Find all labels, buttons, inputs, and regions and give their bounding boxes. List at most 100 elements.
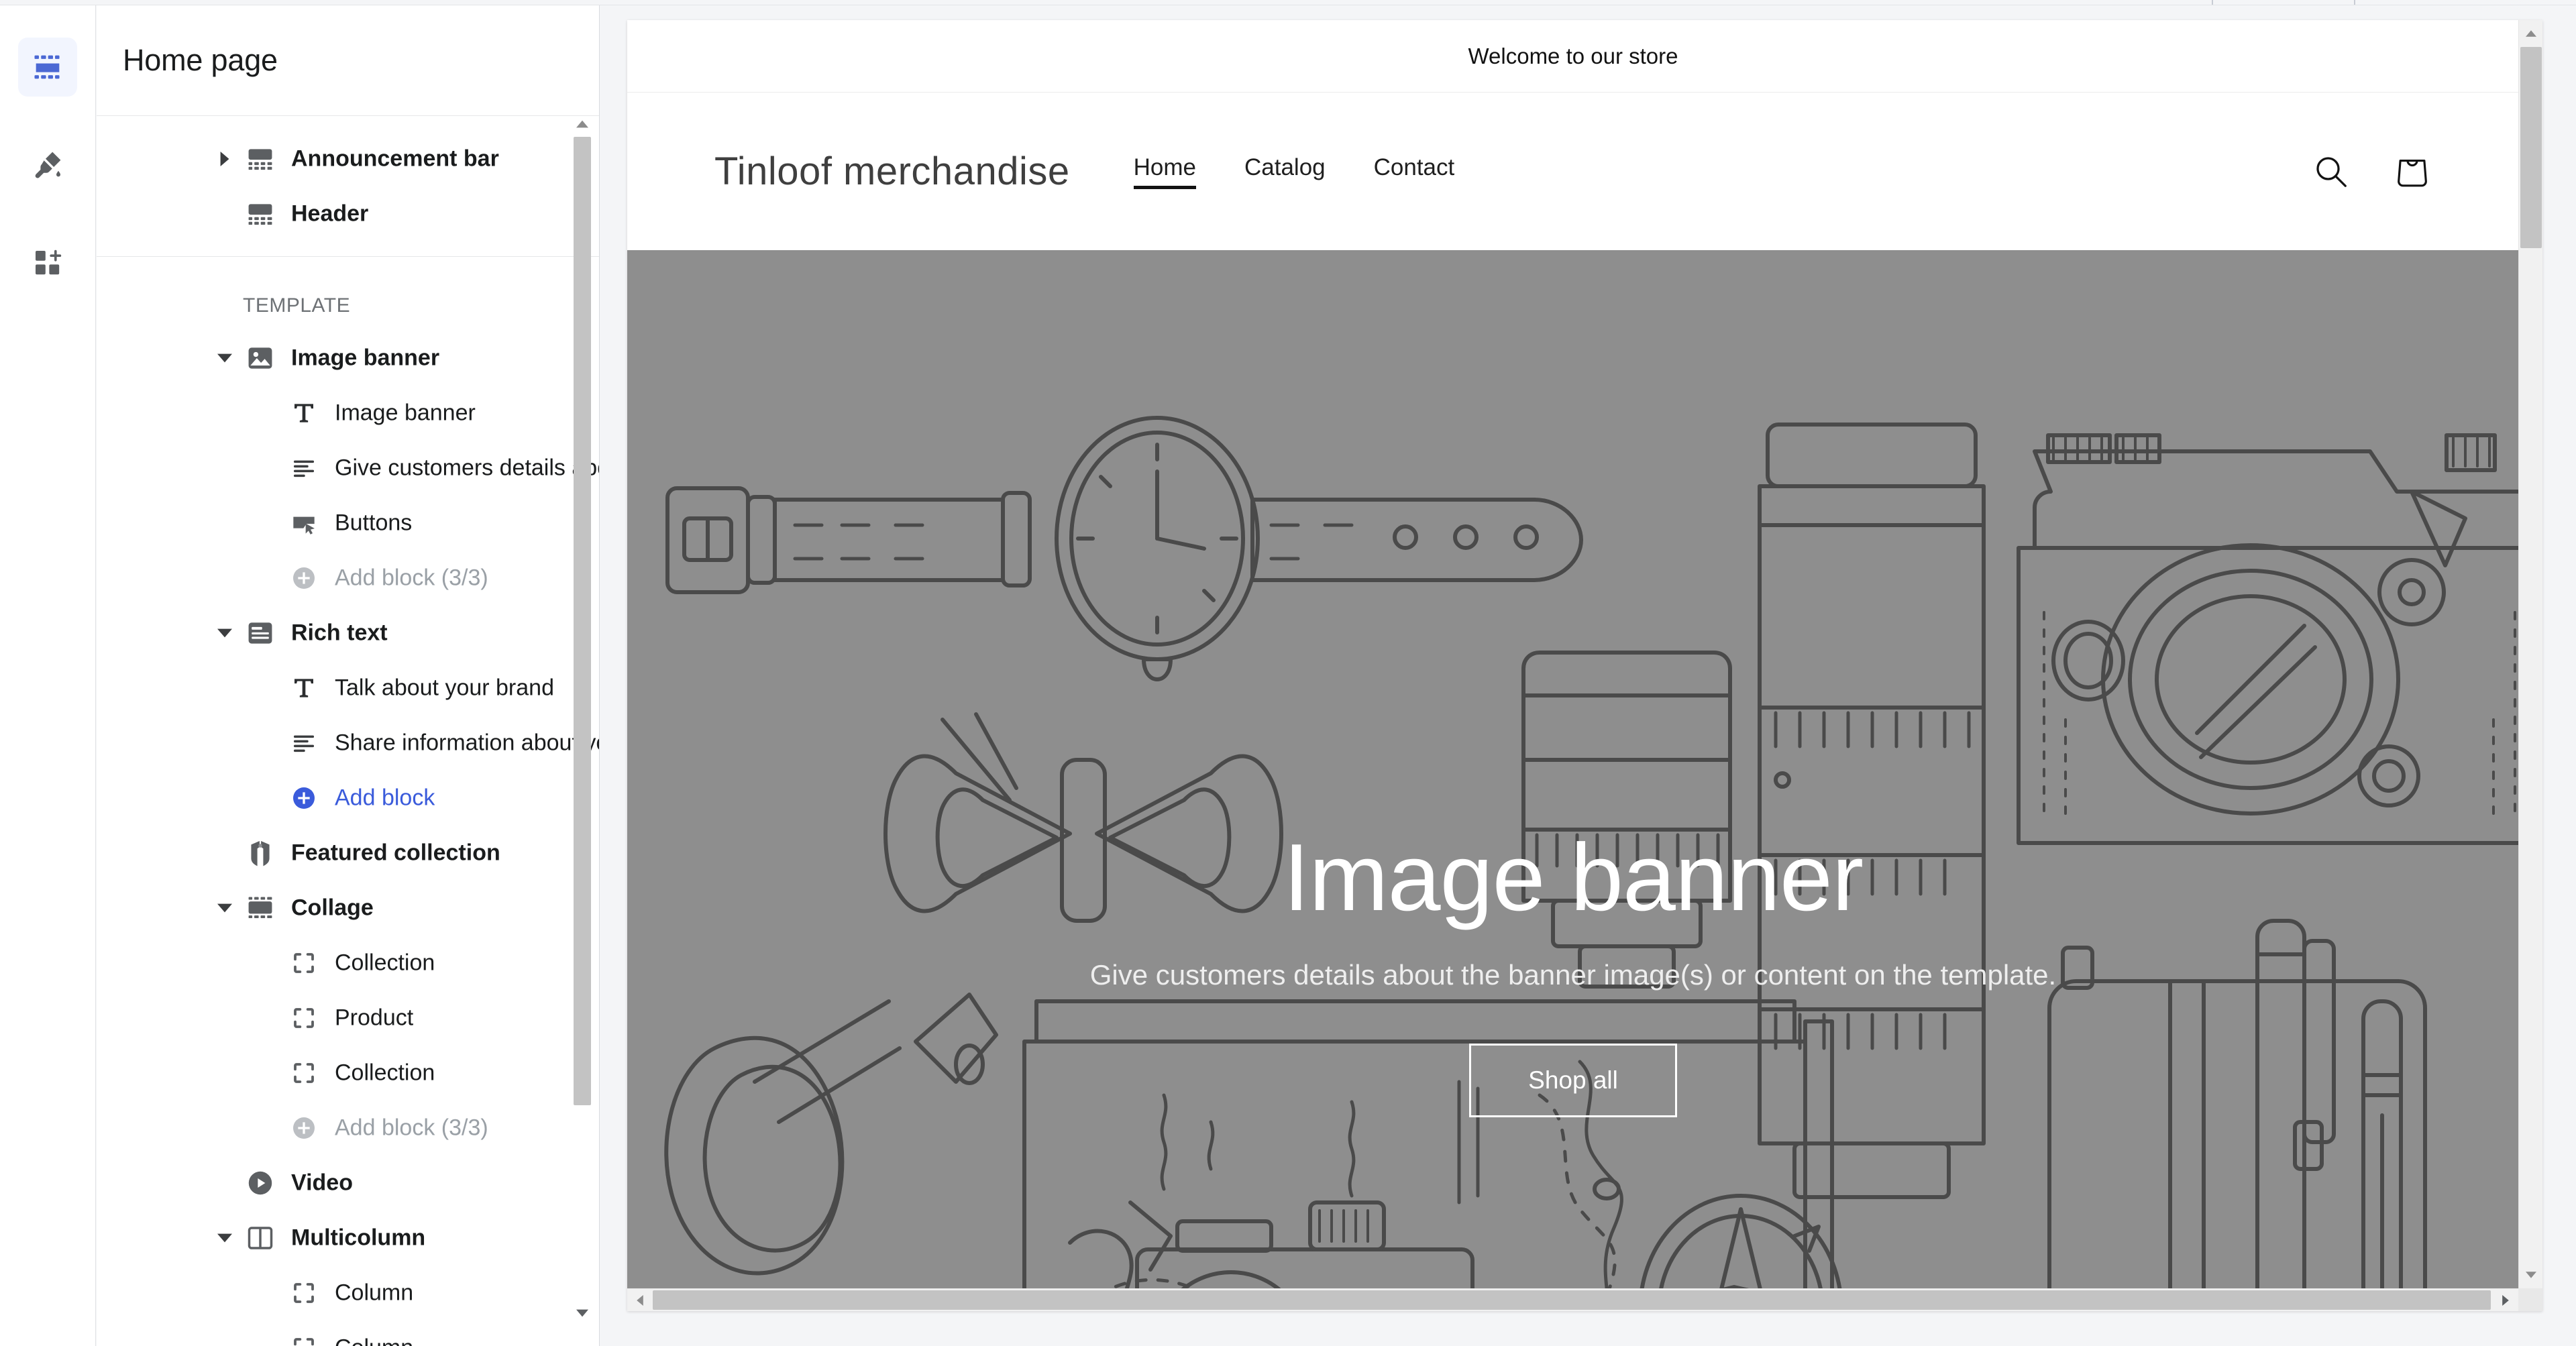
window-top-strip bbox=[0, 0, 2576, 5]
sections-list[interactable]: Announcement bar Header TEMPLATE Image ba… bbox=[97, 117, 599, 1346]
tab-seam bbox=[2354, 0, 2355, 5]
preview-scrollbar-corner bbox=[2518, 1288, 2542, 1311]
section-row-label: Talk about your brand bbox=[335, 675, 554, 701]
preview-scroll-down-arrow[interactable] bbox=[2519, 1263, 2543, 1287]
chevron-down-icon[interactable] bbox=[216, 349, 233, 367]
paint-brush-icon bbox=[32, 149, 64, 181]
section-row-label: Column bbox=[335, 1280, 414, 1306]
section-row-add-block-3-3[interactable]: Add block (3/3) bbox=[97, 551, 599, 606]
section-row-collection[interactable]: Collection bbox=[97, 1046, 599, 1101]
section-row-share-information-about-yo[interactable]: Share information about yo… bbox=[97, 716, 599, 771]
section-row-label: Featured collection bbox=[291, 840, 500, 866]
store-header-actions bbox=[2311, 152, 2432, 192]
tag-icon bbox=[243, 836, 278, 871]
icon-rail bbox=[0, 5, 96, 1346]
sections-icon bbox=[30, 50, 65, 85]
preview-vertical-scrollbar[interactable] bbox=[2518, 20, 2542, 1288]
section-row-label: Image banner bbox=[335, 400, 476, 426]
banner-title: Image banner bbox=[1283, 824, 1864, 931]
cart-icon[interactable] bbox=[2393, 152, 2432, 191]
section-row-label: Rich text bbox=[291, 620, 388, 646]
plus-circle-disabled-icon bbox=[286, 1111, 321, 1145]
store-logo[interactable]: Tinloof merchandise bbox=[714, 149, 1070, 194]
section-row-label: Product bbox=[335, 1005, 414, 1031]
nav-link-home[interactable]: Home bbox=[1133, 154, 1197, 189]
announcement-bar[interactable]: Welcome to our store bbox=[627, 20, 2519, 93]
preview-scroll-up-arrow[interactable] bbox=[2519, 21, 2543, 46]
section-row-add-block-3-3[interactable]: Add block (3/3) bbox=[97, 1101, 599, 1156]
store-nav: Home Catalog Contact bbox=[1133, 154, 1455, 189]
chevron-right-icon[interactable] bbox=[216, 150, 233, 168]
rail-item-app-embeds[interactable] bbox=[18, 233, 77, 292]
store-preview-viewport: Welcome to our store Tinloof merchandise… bbox=[627, 20, 2519, 1288]
section-row-label: Share information about yo… bbox=[335, 730, 599, 756]
nav-link-contact[interactable]: Contact bbox=[1374, 154, 1455, 189]
rail-item-sections[interactable] bbox=[18, 38, 77, 97]
image-banner-section[interactable]: Image banner Give customers details abou… bbox=[627, 250, 2519, 1288]
paragraph-icon bbox=[286, 726, 321, 761]
plus-circle-disabled-icon bbox=[286, 561, 321, 596]
section-row-buttons[interactable]: Buttons bbox=[97, 496, 599, 551]
block-frame-icon bbox=[286, 1276, 321, 1310]
multicolumn-icon bbox=[243, 1221, 278, 1255]
rich-text-icon bbox=[243, 616, 278, 651]
sections-group: Announcement bar Header bbox=[97, 117, 599, 257]
section-row-collection[interactable]: Collection bbox=[97, 936, 599, 991]
nav-link-catalog[interactable]: Catalog bbox=[1244, 154, 1326, 189]
section-row-column[interactable]: Column bbox=[97, 1321, 599, 1346]
sidebar-header: Home page bbox=[97, 5, 599, 116]
section-row-label: Buttons bbox=[335, 510, 413, 536]
sidebar-scroll-down-arrow[interactable] bbox=[574, 1303, 591, 1323]
preview-vertical-scrollbar-thumb[interactable] bbox=[2520, 47, 2542, 248]
section-row-rich-text[interactable]: Rich text bbox=[97, 606, 599, 661]
preview-horizontal-scrollbar-thumb[interactable] bbox=[653, 1290, 2491, 1310]
tab-seam bbox=[2212, 0, 2213, 5]
sidebar-scroll-up-arrow[interactable] bbox=[574, 114, 591, 134]
section-row-product[interactable]: Product bbox=[97, 991, 599, 1046]
section-row-label: Image banner bbox=[291, 345, 440, 371]
store-header: Tinloof merchandise Home Catalog Contact bbox=[627, 93, 2519, 250]
preview-horizontal-scrollbar[interactable] bbox=[627, 1288, 2542, 1311]
section-row-image-banner[interactable]: Image banner bbox=[97, 386, 599, 441]
block-frame-icon bbox=[286, 946, 321, 980]
search-icon[interactable] bbox=[2311, 152, 2351, 192]
announcement-text: Welcome to our store bbox=[1468, 43, 1678, 68]
button-icon bbox=[286, 506, 321, 541]
chevron-down-icon[interactable] bbox=[216, 624, 233, 642]
plus-circle-icon bbox=[286, 781, 321, 816]
section-row-column[interactable]: Column bbox=[97, 1266, 599, 1321]
sidebar-scrollbar-thumb[interactable] bbox=[574, 137, 591, 1105]
section-row-label: Collection bbox=[335, 1060, 435, 1086]
section-row-talk-about-your-brand[interactable]: Talk about your brand bbox=[97, 661, 599, 716]
preview-scroll-right-arrow[interactable] bbox=[2494, 1289, 2517, 1312]
section-row-add-block[interactable]: Add block bbox=[97, 771, 599, 826]
section-row-multicolumn[interactable]: Multicolumn bbox=[97, 1211, 599, 1266]
rail-item-theme-settings[interactable] bbox=[18, 135, 77, 194]
section-row-label: Add block (3/3) bbox=[335, 1115, 488, 1141]
banner-subtitle: Give customers details about the banner … bbox=[1089, 959, 2057, 991]
section-row-featured-collection[interactable]: Featured collection bbox=[97, 826, 599, 881]
store-preview-panel: Welcome to our store Tinloof merchandise… bbox=[627, 20, 2542, 1311]
play-circle-icon bbox=[243, 1166, 278, 1200]
chevron-down-icon[interactable] bbox=[216, 1229, 233, 1247]
section-row-collage[interactable]: Collage bbox=[97, 881, 599, 936]
section-row-give-customers-details-abo[interactable]: Give customers details abo… bbox=[97, 441, 599, 496]
text-heading-icon bbox=[286, 671, 321, 706]
section-row-label: Collection bbox=[335, 950, 435, 976]
section-row-announcement-bar[interactable]: Announcement bar bbox=[97, 131, 599, 186]
block-frame-icon bbox=[286, 1001, 321, 1035]
chevron-down-icon[interactable] bbox=[216, 899, 233, 917]
collage-icon bbox=[243, 891, 278, 926]
banner-copy: Image banner Give customers details abou… bbox=[627, 250, 2519, 1288]
paragraph-icon bbox=[286, 451, 321, 486]
section-row-label: Header bbox=[291, 201, 369, 227]
shop-all-button[interactable]: Shop all bbox=[1469, 1044, 1677, 1117]
preview-scroll-left-arrow[interactable] bbox=[629, 1289, 651, 1312]
section-row-header[interactable]: Header bbox=[97, 186, 599, 241]
section-row-video[interactable]: Video bbox=[97, 1156, 599, 1211]
image-icon bbox=[243, 341, 278, 376]
section-row-label: Collage bbox=[291, 895, 374, 921]
section-row-label: Multicolumn bbox=[291, 1225, 426, 1251]
section-row-label: Give customers details abo… bbox=[335, 455, 599, 481]
section-row-image-banner[interactable]: Image banner bbox=[97, 331, 599, 386]
